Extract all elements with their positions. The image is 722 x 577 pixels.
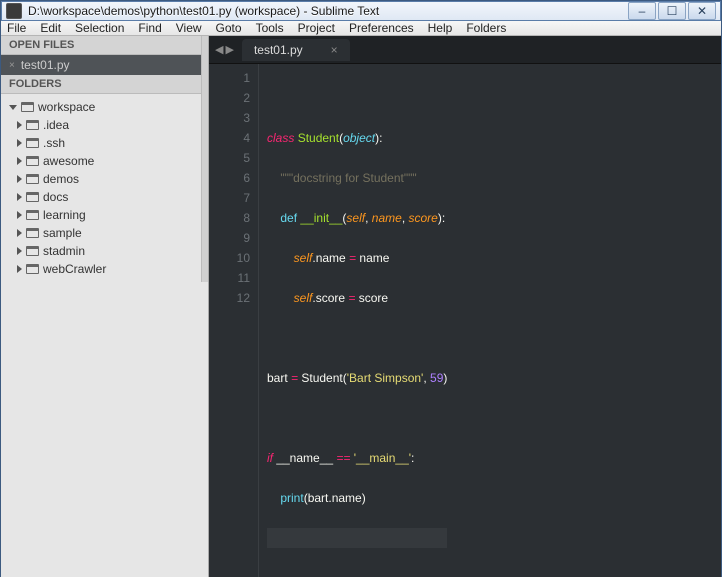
tab-active[interactable]: test01.py × xyxy=(242,39,350,61)
tree-folder[interactable]: awesome xyxy=(1,152,201,170)
tree-folder[interactable]: learning xyxy=(1,206,201,224)
folder-icon xyxy=(26,210,39,220)
tree-folder[interactable]: webCrawler xyxy=(1,260,201,278)
menu-find[interactable]: Find xyxy=(138,21,161,35)
tree-label: awesome xyxy=(43,154,94,168)
disclosure-right-icon xyxy=(17,157,22,165)
tree-folder[interactable]: .ssh xyxy=(1,134,201,152)
code-area[interactable]: 123456789101112 class Student(object): "… xyxy=(209,64,721,577)
tree-label: demos xyxy=(43,172,79,186)
menu-file[interactable]: File xyxy=(7,21,26,35)
folder-tree: workspace .idea .ssh awesome demos docs … xyxy=(1,94,201,282)
disclosure-down-icon xyxy=(9,105,17,110)
maximize-button[interactable]: ☐ xyxy=(658,2,686,20)
nav-back-icon[interactable]: ◀ xyxy=(215,43,223,56)
tab-close-icon[interactable]: × xyxy=(331,43,338,57)
code-lines[interactable]: class Student(object): """docstring for … xyxy=(259,64,447,577)
folder-icon xyxy=(26,156,39,166)
folder-icon xyxy=(26,246,39,256)
window-title: D:\workspace\demos\python\test01.py (wor… xyxy=(28,4,622,18)
disclosure-right-icon xyxy=(17,229,22,237)
menu-view[interactable]: View xyxy=(176,21,202,35)
menu-goto[interactable]: Goto xyxy=(216,21,242,35)
menu-edit[interactable]: Edit xyxy=(40,21,61,35)
disclosure-right-icon xyxy=(17,211,22,219)
disclosure-right-icon xyxy=(17,193,22,201)
menu-folders[interactable]: Folders xyxy=(466,21,506,35)
tree-label: docs xyxy=(43,190,68,204)
tree-label: webCrawler xyxy=(43,262,106,276)
folder-icon xyxy=(26,264,39,274)
tree-label: sample xyxy=(43,226,82,240)
tree-folder[interactable]: sample xyxy=(1,224,201,242)
folder-icon xyxy=(26,138,39,148)
editor: ◀ ▶ test01.py × 123456789101112 class St… xyxy=(209,36,721,577)
menu-tools[interactable]: Tools xyxy=(256,21,284,35)
menu-selection[interactable]: Selection xyxy=(75,21,124,35)
menu-project[interactable]: Project xyxy=(298,21,335,35)
sidebar: OPEN FILES × test01.py FOLDERS workspace xyxy=(1,36,209,577)
menu-help[interactable]: Help xyxy=(428,21,453,35)
folder-icon xyxy=(26,120,39,130)
open-file-item[interactable]: × test01.py xyxy=(1,55,201,75)
tab-label: test01.py xyxy=(254,43,303,57)
close-button[interactable]: ✕ xyxy=(688,2,716,20)
tree-root[interactable]: workspace xyxy=(1,98,201,116)
line-gutter: 123456789101112 xyxy=(209,64,259,577)
folder-icon xyxy=(21,102,34,112)
tree-folder[interactable]: stadmin xyxy=(1,242,201,260)
open-file-name: test01.py xyxy=(21,58,70,72)
tab-nav: ◀ ▶ xyxy=(215,43,234,56)
disclosure-right-icon xyxy=(17,247,22,255)
open-files-header: OPEN FILES xyxy=(1,36,201,55)
close-file-icon[interactable]: × xyxy=(9,60,15,71)
tree-label: .idea xyxy=(43,118,69,132)
tree-label: learning xyxy=(43,208,86,222)
titlebar[interactable]: D:\workspace\demos\python\test01.py (wor… xyxy=(1,1,721,21)
tree-folder[interactable]: demos xyxy=(1,170,201,188)
tree-label: stadmin xyxy=(43,244,85,258)
folder-icon xyxy=(26,192,39,202)
disclosure-right-icon xyxy=(17,265,22,273)
disclosure-right-icon xyxy=(17,175,22,183)
nav-forward-icon[interactable]: ▶ xyxy=(225,43,233,56)
tab-bar: ◀ ▶ test01.py × xyxy=(209,36,721,64)
folder-icon xyxy=(26,228,39,238)
minimize-button[interactable]: – xyxy=(628,2,656,20)
tree-root-label: workspace xyxy=(38,100,95,114)
menu-preferences[interactable]: Preferences xyxy=(349,21,414,35)
sidebar-scrollbar[interactable] xyxy=(201,36,208,282)
tree-folder[interactable]: .idea xyxy=(1,116,201,134)
tree-label: .ssh xyxy=(43,136,65,150)
menubar: File Edit Selection Find View Goto Tools… xyxy=(1,21,721,36)
app-icon xyxy=(6,3,22,19)
app-window: D:\workspace\demos\python\test01.py (wor… xyxy=(0,0,722,577)
folder-icon xyxy=(26,174,39,184)
disclosure-right-icon xyxy=(17,121,22,129)
folders-header: FOLDERS xyxy=(1,75,201,94)
tree-folder[interactable]: docs xyxy=(1,188,201,206)
disclosure-right-icon xyxy=(17,139,22,147)
